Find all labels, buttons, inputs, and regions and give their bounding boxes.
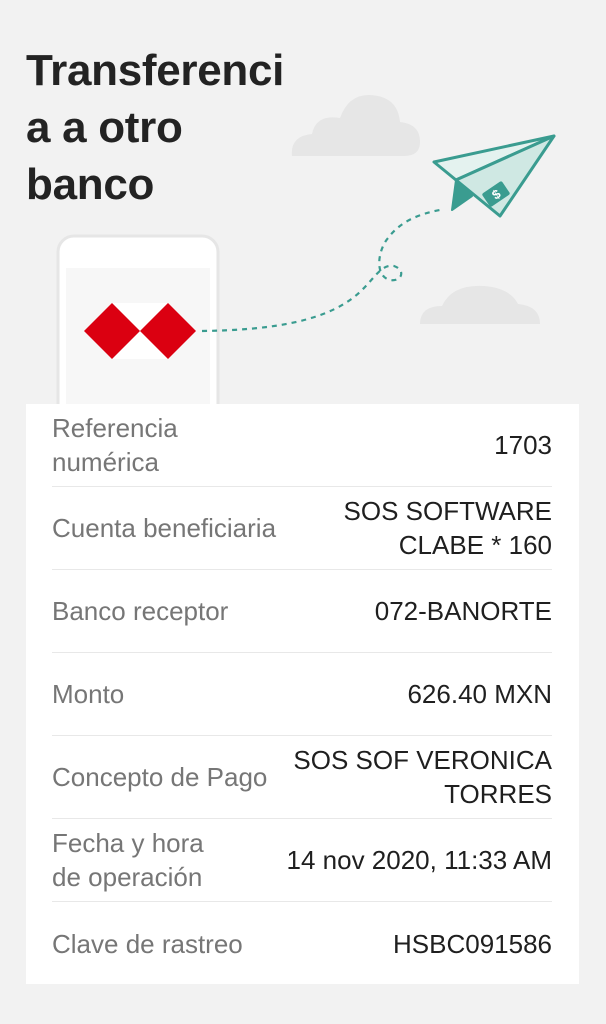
detail-value-line: SOS SOFTWARE — [343, 496, 553, 526]
transfer-details-card: Referencia numérica 1703 Cuenta benefici… — [26, 404, 579, 984]
detail-label: Concepto de Pago — [52, 760, 267, 794]
detail-value-line: TORRES — [444, 779, 552, 809]
detail-label-line: Monto — [52, 679, 125, 709]
cloud-icon — [291, 94, 420, 156]
detail-value: 626.40 MXN — [407, 677, 552, 711]
detail-value: 072-BANORTE — [375, 594, 552, 628]
detail-label-line: Cuenta beneficiaria — [52, 513, 277, 543]
transfer-illustration: $ — [56, 94, 556, 404]
detail-value-line: HSBC091586 — [393, 928, 552, 959]
detail-value: SOS SOFTWARE CLABE * 160 — [344, 494, 553, 562]
detail-label: Referencia numérica — [52, 411, 178, 479]
detail-label-line: Referencia — [52, 413, 178, 443]
detail-label: Banco receptor — [52, 594, 228, 628]
detail-label-line: Clave de rastreo — [52, 928, 243, 959]
detail-label-line: Concepto de Pago — [52, 762, 268, 792]
detail-value-line: 14 nov 2020, 11:33 AM — [286, 845, 553, 875]
detail-value-line: CLABE * 160 — [398, 530, 552, 560]
detail-value-line: 626.40 MXN — [407, 679, 552, 709]
detail-row-clave: Clave de rastreo HSBC091586 — [52, 902, 552, 985]
detail-label-line: de operación — [52, 862, 203, 892]
detail-value: 14 nov 2020, 11:33 AM — [287, 843, 553, 877]
detail-row-monto: Monto 626.40 MXN — [52, 653, 552, 736]
detail-value-line: 1703 — [494, 430, 552, 460]
detail-label: Cuenta beneficiaria — [52, 511, 276, 545]
detail-row-concepto: Concepto de Pago SOS SOF VERONICA TORRES — [52, 736, 552, 819]
detail-value: HSBC091586 — [393, 927, 552, 961]
detail-label-line: Banco receptor — [52, 596, 229, 626]
detail-row-cuenta: Cuenta beneficiaria SOS SOFTWARE CLABE *… — [52, 487, 552, 570]
detail-value: SOS SOF VERONICA TORRES — [293, 743, 552, 811]
hero-section: Transferenci a a otro banco $ — [0, 0, 606, 404]
detail-label: Fecha y hora de operación — [52, 826, 204, 894]
detail-label-line: Fecha y hora — [52, 828, 204, 858]
detail-label: Clave de rastreo — [52, 927, 243, 961]
detail-value-line: SOS SOF VERONICA — [293, 745, 552, 775]
paper-plane-icon: $ — [432, 134, 556, 218]
detail-value-line: 072-BANORTE — [374, 596, 552, 626]
detail-row-referencia: Referencia numérica 1703 — [52, 404, 552, 487]
detail-row-banco: Banco receptor 072-BANORTE — [52, 570, 552, 653]
detail-label-line: numérica — [52, 447, 159, 477]
detail-row-fecha: Fecha y hora de operación 14 nov 2020, 1… — [52, 819, 552, 902]
detail-label: Monto — [52, 677, 124, 711]
dashed-trail — [201, 208, 441, 333]
cloud-icon — [420, 285, 540, 324]
detail-value: 1703 — [494, 428, 552, 462]
